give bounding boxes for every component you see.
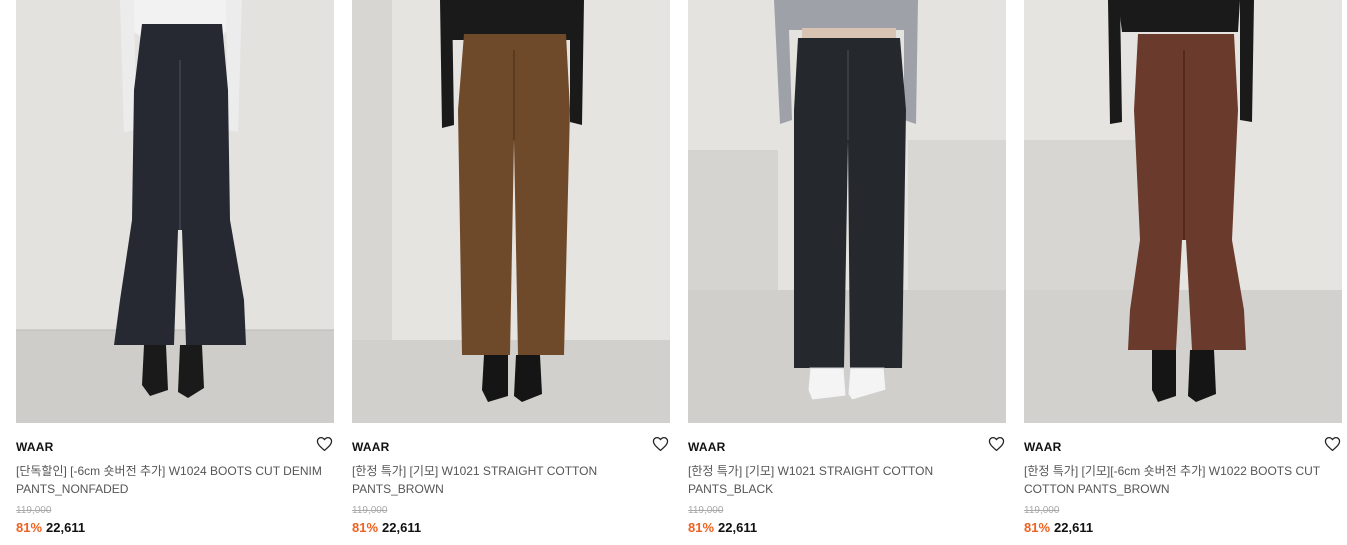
discount-rate: 81% bbox=[352, 520, 379, 535]
heart-outline-icon bbox=[988, 436, 1004, 452]
discount-rate: 81% bbox=[16, 520, 43, 535]
brand-name[interactable]: WAAR bbox=[352, 440, 389, 454]
product-title[interactable]: [단독할인] [-6cm 숏버전 추가] W1024 BOOTS CUT DEN… bbox=[16, 462, 326, 498]
sale-price: 22,611 bbox=[1054, 520, 1094, 535]
product-image[interactable] bbox=[352, 0, 670, 423]
heart-outline-icon bbox=[316, 436, 332, 452]
product-grid: WAAR [단독할인] [-6cm 숏버전 추가] W1024 BOOTS CU… bbox=[0, 0, 1347, 545]
sale-price-row: 81% 22,611 bbox=[688, 520, 757, 535]
sale-price: 22,611 bbox=[46, 520, 86, 535]
like-button[interactable] bbox=[650, 434, 670, 454]
discount-rate: 81% bbox=[688, 520, 715, 535]
product-title[interactable]: [한정 특가] [기모] W1021 STRAIGHT COTTON PANTS… bbox=[688, 462, 998, 498]
original-price: 119,000 bbox=[1024, 505, 1060, 516]
product-card[interactable]: WAAR [단독할인] [-6cm 숏버전 추가] W1024 BOOTS CU… bbox=[16, 0, 334, 545]
product-card[interactable]: WAAR [한정 특가] [기모] W1021 STRAIGHT COTTON … bbox=[688, 0, 1006, 545]
product-image[interactable] bbox=[16, 0, 334, 423]
original-price: 119,000 bbox=[16, 505, 52, 516]
like-button[interactable] bbox=[314, 434, 334, 454]
heart-outline-icon bbox=[652, 436, 668, 452]
sale-price-row: 81% 22,611 bbox=[352, 520, 421, 535]
product-photo bbox=[352, 0, 670, 423]
product-photo bbox=[1024, 0, 1342, 423]
sale-price: 22,611 bbox=[718, 520, 758, 535]
product-image[interactable] bbox=[688, 0, 1006, 423]
product-card[interactable]: WAAR [한정 특가] [기모] W1021 STRAIGHT COTTON … bbox=[352, 0, 670, 545]
like-button[interactable] bbox=[1322, 434, 1342, 454]
original-price: 119,000 bbox=[688, 505, 724, 516]
discount-rate: 81% bbox=[1024, 520, 1051, 535]
original-price: 119,000 bbox=[352, 505, 388, 516]
product-title[interactable]: [한정 특가] [기모] W1021 STRAIGHT COTTON PANTS… bbox=[352, 462, 662, 498]
heart-outline-icon bbox=[1324, 436, 1340, 452]
brand-name[interactable]: WAAR bbox=[688, 440, 725, 454]
brand-name[interactable]: WAAR bbox=[1024, 440, 1061, 454]
product-image[interactable] bbox=[1024, 0, 1342, 423]
sale-price-row: 81% 22,611 bbox=[16, 520, 85, 535]
product-title[interactable]: [한정 특가] [기모][-6cm 숏버전 추가] W1022 BOOTS CU… bbox=[1024, 462, 1334, 498]
product-photo bbox=[688, 0, 1006, 423]
sale-price-row: 81% 22,611 bbox=[1024, 520, 1093, 535]
like-button[interactable] bbox=[986, 434, 1006, 454]
product-card[interactable]: WAAR [한정 특가] [기모][-6cm 숏버전 추가] W1022 BOO… bbox=[1024, 0, 1342, 545]
brand-name[interactable]: WAAR bbox=[16, 440, 53, 454]
sale-price: 22,611 bbox=[382, 520, 422, 535]
product-photo bbox=[16, 0, 334, 423]
